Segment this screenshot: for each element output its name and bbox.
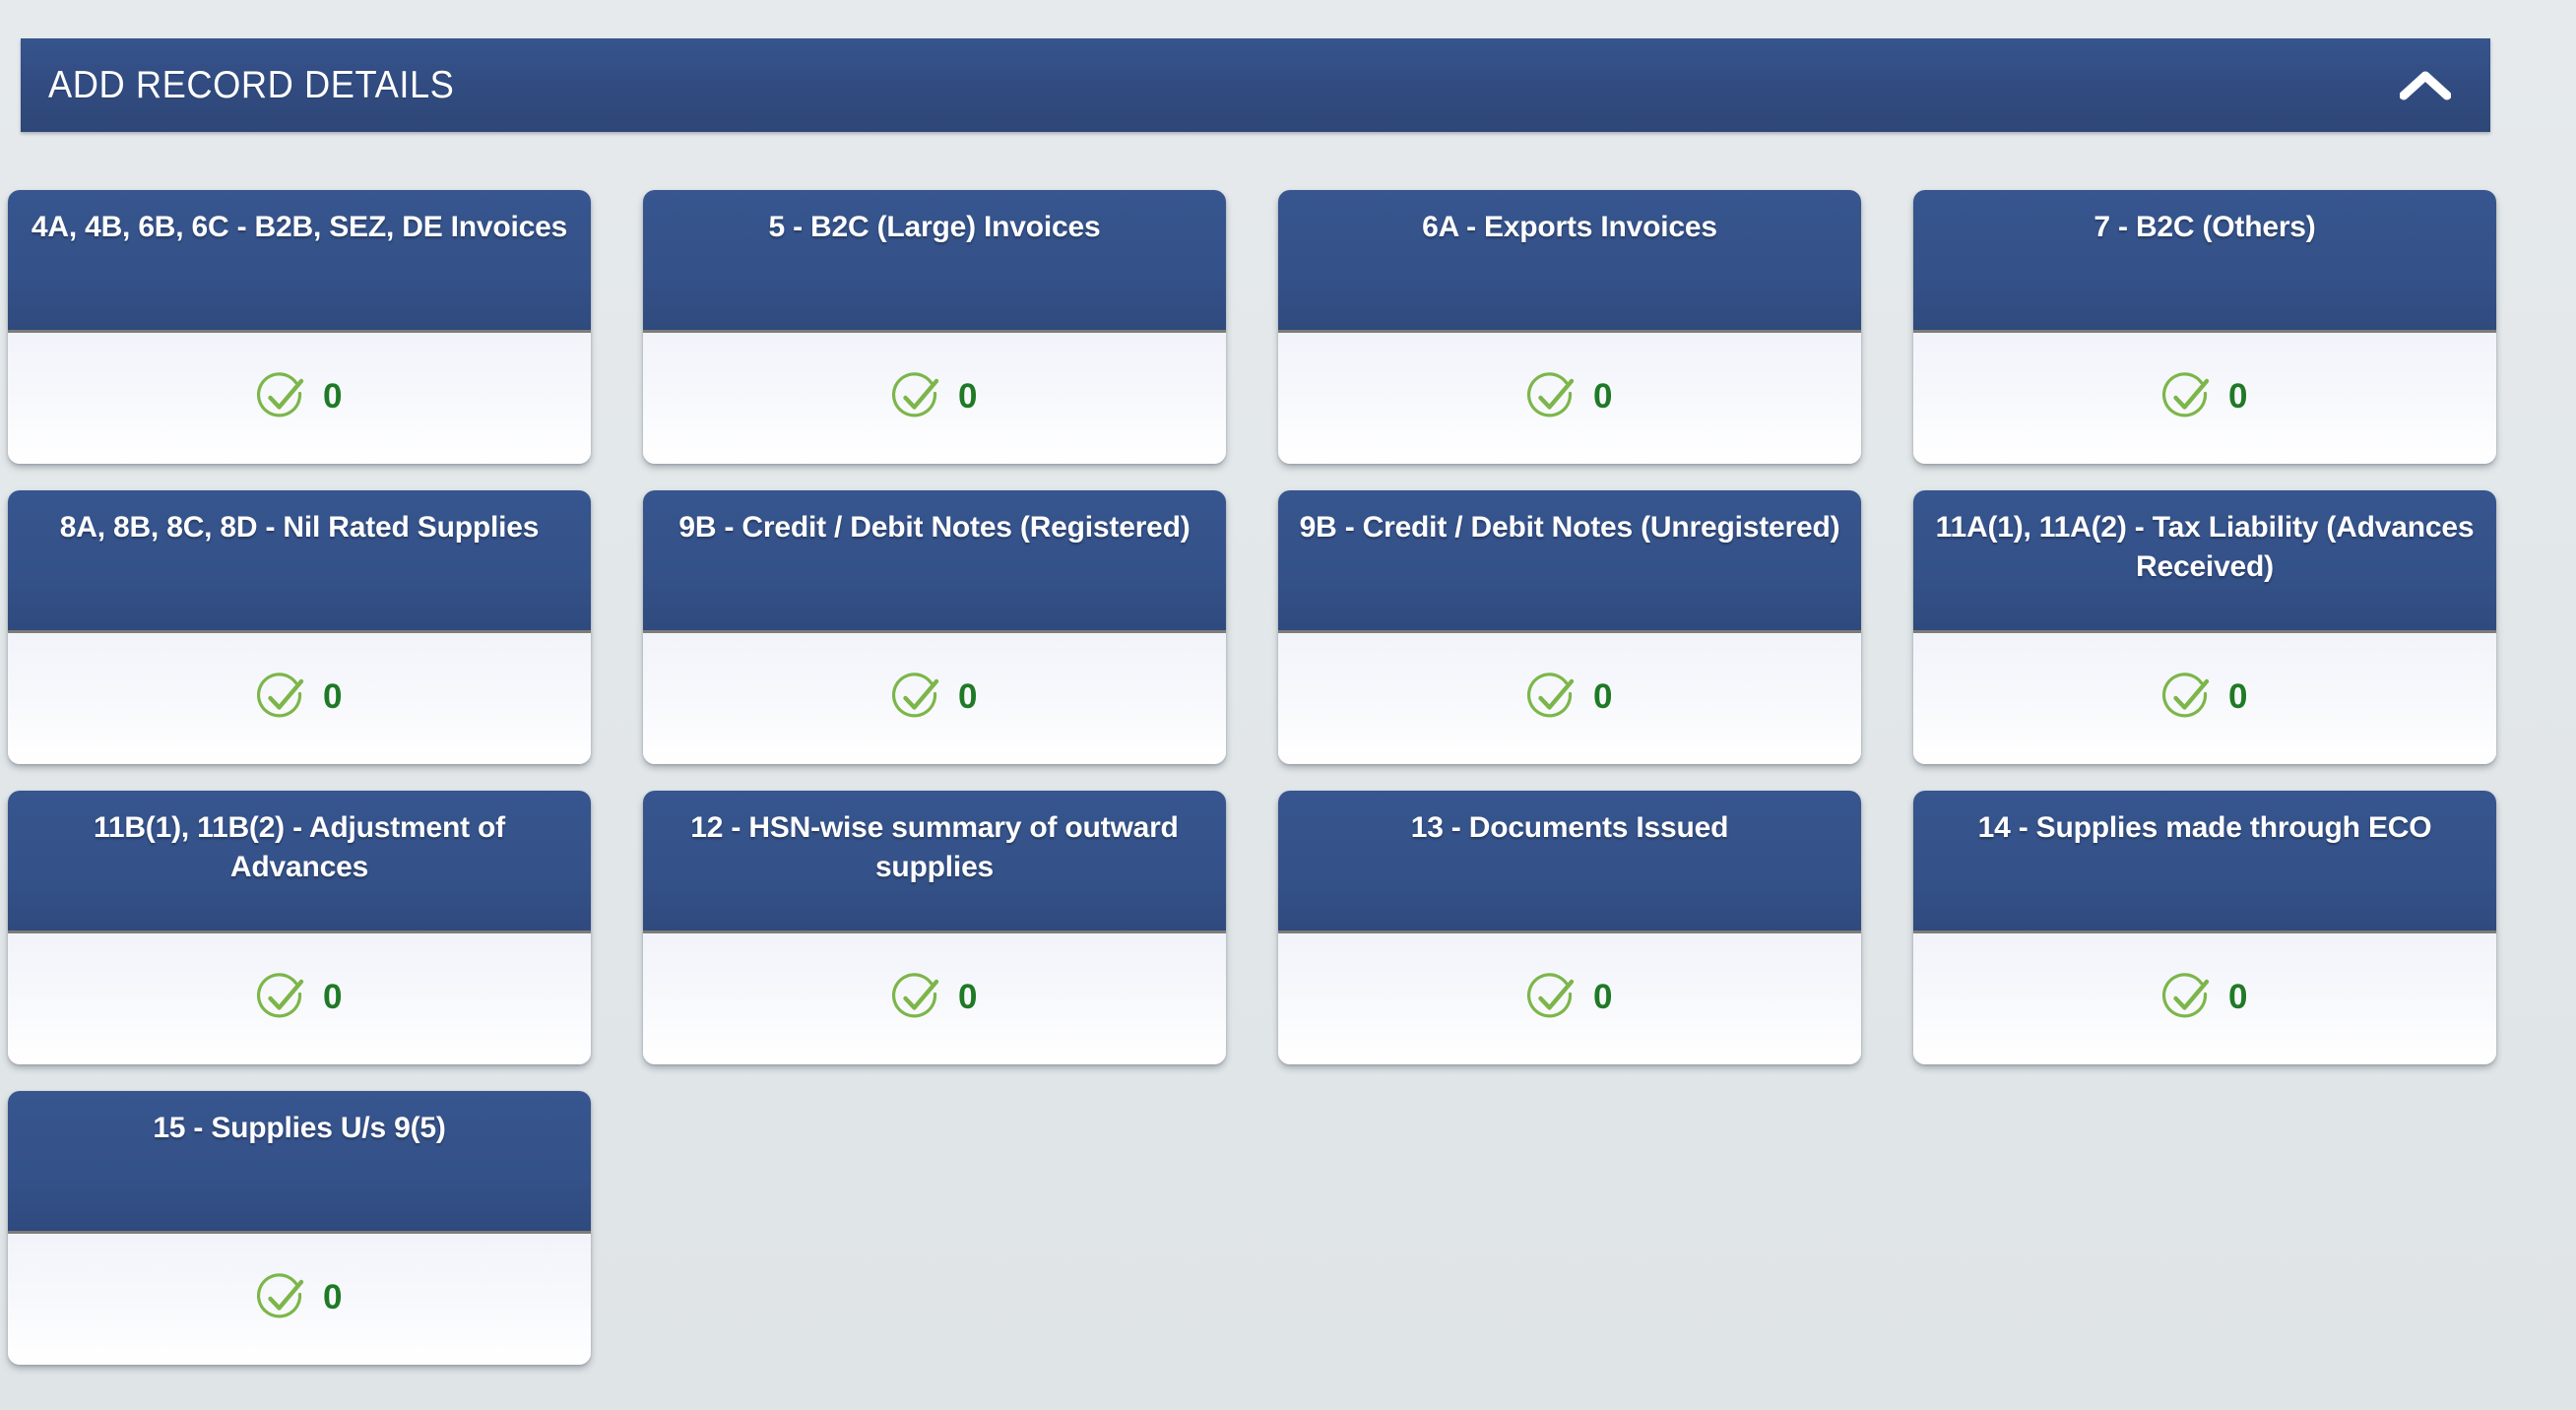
record-count: 0 [323, 978, 343, 1016]
record-card-body: 0 [643, 933, 1226, 1064]
record-count: 0 [2228, 377, 2248, 416]
record-card-header: 8A, 8B, 8C, 8D - Nil Rated Supplies [8, 490, 591, 633]
record-card[interactable]: 9B - Credit / Debit Notes (Unregistered)… [1278, 490, 1861, 764]
record-card-body: 0 [8, 333, 591, 464]
record-card-header: 9B - Credit / Debit Notes (Unregistered) [1278, 490, 1861, 633]
record-card[interactable]: 12 - HSN-wise summary of outward supplie… [643, 791, 1226, 1064]
record-count: 0 [2228, 677, 2248, 716]
record-card-title: 12 - HSN-wise summary of outward supplie… [690, 811, 1179, 883]
record-card[interactable]: 4A, 4B, 6B, 6C - B2B, SEZ, DE Invoices 0 [8, 190, 591, 464]
record-count: 0 [1593, 677, 1613, 716]
record-card-title: 8A, 8B, 8C, 8D - Nil Rated Supplies [59, 511, 540, 544]
record-count: 0 [323, 677, 343, 716]
record-card-body: 0 [1278, 633, 1861, 764]
record-card-title: 6A - Exports Invoices [1422, 211, 1717, 243]
record-card-title: 14 - Supplies made through ECO [1977, 811, 2432, 844]
record-card-header: 11B(1), 11B(2) - Adjustment of Advances [8, 791, 591, 933]
record-card-title: 11B(1), 11B(2) - Adjustment of Advances [94, 811, 505, 883]
record-card-body: 0 [1913, 633, 2496, 764]
record-card-body: 0 [643, 633, 1226, 764]
record-card-title: 7 - B2C (Others) [2093, 211, 2316, 243]
record-count: 0 [958, 377, 978, 416]
record-card-body: 0 [8, 933, 591, 1064]
record-card-body: 0 [1278, 933, 1861, 1064]
record-card-body: 0 [8, 633, 591, 764]
record-count: 0 [1593, 978, 1613, 1016]
record-count: 0 [958, 978, 978, 1016]
check-circle-icon [891, 672, 942, 723]
record-card-title: 9B - Credit / Debit Notes (Registered) [678, 511, 1191, 544]
record-card-header: 5 - B2C (Large) Invoices [643, 190, 1226, 333]
record-card[interactable]: 11B(1), 11B(2) - Adjustment of Advances … [8, 791, 591, 1064]
record-count: 0 [1593, 377, 1613, 416]
record-card[interactable]: 9B - Credit / Debit Notes (Registered) 0 [643, 490, 1226, 764]
add-record-details-page: ADD RECORD DETAILS 4A, 4B, 6B, 6C - B2B,… [0, 0, 2576, 1410]
record-card-header: 9B - Credit / Debit Notes (Registered) [643, 490, 1226, 633]
check-circle-icon [1526, 972, 1578, 1023]
record-card-body: 0 [8, 1234, 591, 1365]
check-circle-icon [891, 972, 942, 1023]
record-card-body: 0 [1913, 333, 2496, 464]
check-circle-icon [256, 371, 307, 422]
record-card-title: 15 - Supplies U/s 9(5) [153, 1112, 446, 1144]
check-circle-icon [891, 371, 942, 422]
record-card[interactable]: 13 - Documents Issued 0 [1278, 791, 1861, 1064]
record-card-header: 12 - HSN-wise summary of outward supplie… [643, 791, 1226, 933]
record-card-title: 4A, 4B, 6B, 6C - B2B, SEZ, DE Invoices [31, 211, 568, 243]
record-count: 0 [958, 677, 978, 716]
record-card-header: 7 - B2C (Others) [1913, 190, 2496, 333]
record-card[interactable]: 5 - B2C (Large) Invoices 0 [643, 190, 1226, 464]
check-circle-icon [256, 1272, 307, 1323]
check-circle-icon [256, 972, 307, 1023]
record-card-title: 13 - Documents Issued [1410, 811, 1729, 844]
record-card-body: 0 [1913, 933, 2496, 1064]
record-card[interactable]: 6A - Exports Invoices 0 [1278, 190, 1861, 464]
record-card-header: 14 - Supplies made through ECO [1913, 791, 2496, 933]
record-count: 0 [2228, 978, 2248, 1016]
check-circle-icon [1526, 371, 1578, 422]
check-circle-icon [256, 672, 307, 723]
record-card-title: 5 - B2C (Large) Invoices [768, 211, 1101, 243]
record-card-title: 9B - Credit / Debit Notes (Unregistered) [1299, 511, 1840, 544]
record-count: 0 [323, 1278, 343, 1316]
chevron-up-icon[interactable] [2394, 54, 2457, 117]
record-card-header: 11A(1), 11A(2) - Tax Liability (Advances… [1913, 490, 2496, 633]
record-card-title: 11A(1), 11A(2) - Tax Liability (Advances… [1935, 511, 2475, 583]
record-card[interactable]: 8A, 8B, 8C, 8D - Nil Rated Supplies 0 [8, 490, 591, 764]
record-card-header: 4A, 4B, 6B, 6C - B2B, SEZ, DE Invoices [8, 190, 591, 333]
record-cards-grid: 4A, 4B, 6B, 6C - B2B, SEZ, DE Invoices 0… [8, 190, 2499, 1391]
record-card[interactable]: 14 - Supplies made through ECO 0 [1913, 791, 2496, 1064]
record-card-body: 0 [643, 333, 1226, 464]
record-card-header: 6A - Exports Invoices [1278, 190, 1861, 333]
check-circle-icon [2161, 672, 2213, 723]
check-circle-icon [2161, 371, 2213, 422]
record-count: 0 [323, 377, 343, 416]
record-card-header: 13 - Documents Issued [1278, 791, 1861, 933]
record-card[interactable]: 7 - B2C (Others) 0 [1913, 190, 2496, 464]
check-circle-icon [2161, 972, 2213, 1023]
add-record-details-section-header[interactable]: ADD RECORD DETAILS [21, 38, 2490, 132]
record-card-header: 15 - Supplies U/s 9(5) [8, 1091, 591, 1234]
section-title: ADD RECORD DETAILS [48, 63, 455, 106]
record-card[interactable]: 15 - Supplies U/s 9(5) 0 [8, 1091, 591, 1365]
check-circle-icon [1526, 672, 1578, 723]
record-card-body: 0 [1278, 333, 1861, 464]
record-card[interactable]: 11A(1), 11A(2) - Tax Liability (Advances… [1913, 490, 2496, 764]
